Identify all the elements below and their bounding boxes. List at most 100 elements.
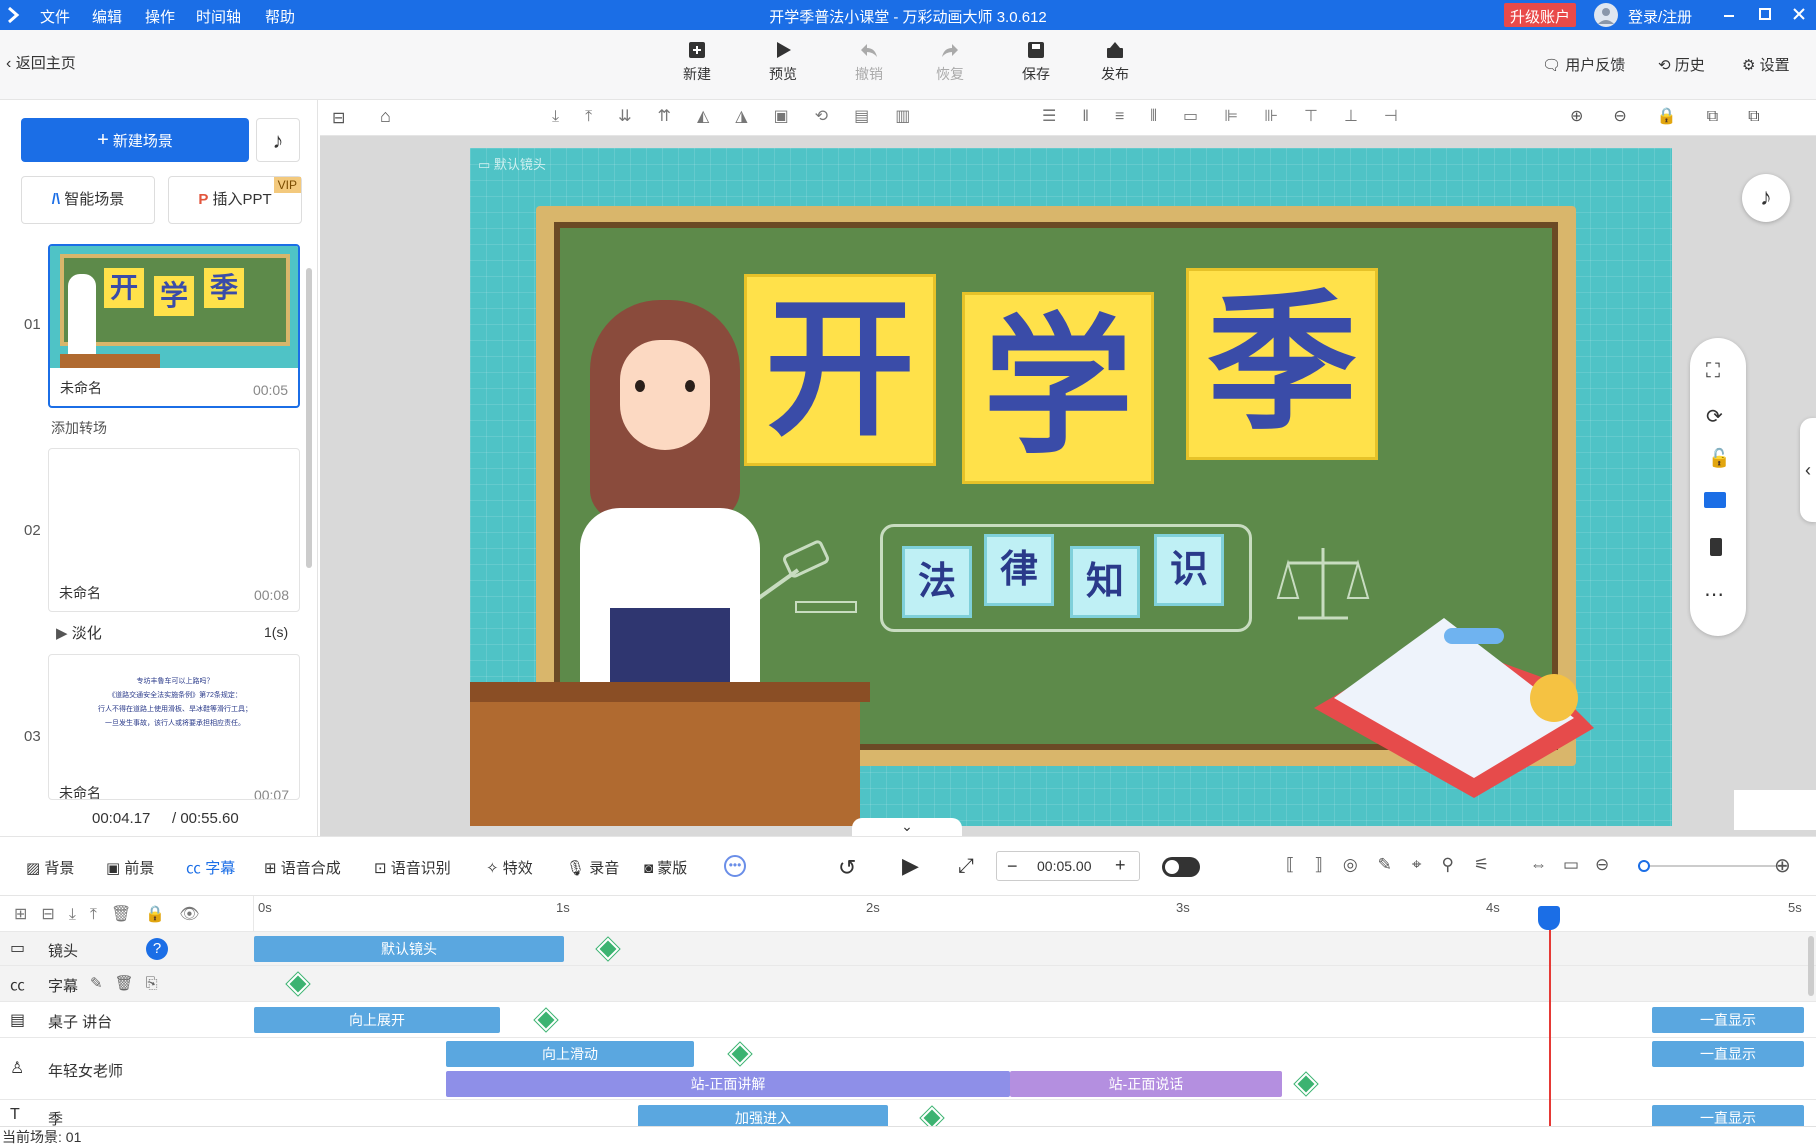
duration-stepper[interactable]: − 00:05.00 + [996,851,1140,881]
small-char-tile[interactable]: 法 [902,546,972,618]
collapse-panel-button[interactable]: ‹ [1800,418,1816,522]
animation-bar[interactable]: 向上滑动 [446,1041,694,1067]
fullscreen-icon[interactable]: ⤢ [958,855,974,878]
add-keyframe-icon[interactable] [596,937,620,961]
scene-card-02[interactable]: 未命名 00:08 [48,448,300,612]
ruler-icon[interactable]: ⊟ [332,108,345,128]
char-tile[interactable]: 季 [1186,268,1378,460]
play-icon[interactable]: ▶ [902,853,919,879]
rotate-icon[interactable]: ⟳ [1706,404,1723,429]
zoom-in-icon[interactable]: ⊕ [1774,853,1791,878]
smart-scene-button[interactable]: /\ 智能场景 [21,176,155,224]
preview-button[interactable]: 预览 [755,40,811,84]
track-camera[interactable]: ▭ 镜头 ? 默认镜头 [0,932,1816,966]
action-bar[interactable]: 站-正面讲解 [446,1071,1010,1097]
feedback-button[interactable]: 🗨 用户反馈 [1542,54,1625,75]
menu-operate[interactable]: 操作 [145,6,175,27]
landscape-icon[interactable] [1704,492,1726,508]
small-char-tile[interactable]: 知 [1070,546,1140,618]
minimize-icon[interactable] [1722,8,1736,22]
layer-tools-icons[interactable]: ⤓⤒⇊⇈◭◮▣⟲▤▥ [552,106,936,126]
toggle-switch[interactable] [1162,857,1200,877]
tab-foreground[interactable]: ▣ 前景 [106,857,154,878]
undo-button[interactable]: 撤销 [841,40,897,84]
char-tile[interactable]: 学 [962,292,1154,484]
insert-ppt-button[interactable]: P 插入PPT VIP [168,176,302,224]
align-tools-icons[interactable]: ☰‖≡⫴▭⊫⊪⊤⊥⊣ [1042,106,1424,126]
tab-effects[interactable]: ✧ 特效 [486,857,533,878]
playhead-handle[interactable] [1538,906,1560,930]
upgrade-account-button[interactable]: 升级账户 [1504,3,1577,27]
scene-list-scrollbar[interactable] [306,268,312,568]
small-char-tile[interactable]: 识 [1154,534,1224,606]
replay-icon[interactable]: ↺ [838,855,856,881]
animation-bar[interactable]: 一直显示 [1652,1007,1804,1033]
track-tool-icons[interactable]: ⊞⊟⤓⤒🗑🔒👁 [14,904,214,924]
animation-bar[interactable]: 一直显示 [1652,1041,1804,1067]
portrait-icon[interactable] [1710,538,1722,556]
minimap-toggle[interactable] [1734,790,1816,830]
plus-icon[interactable]: + [1115,855,1126,876]
add-keyframe-icon[interactable] [728,1042,752,1066]
subtitle-tools-icons[interactable]: ✎🗑⎘ [90,974,170,992]
fit-screen-icon[interactable]: ⛶ [1706,360,1720,383]
menu-file[interactable]: 文件 [40,6,70,27]
animation-bar[interactable]: 向上展开 [254,1007,500,1033]
tab-mask[interactable]: ◙ 蒙版 [644,857,687,878]
collapse-timeline-button[interactable]: ⌄ [852,818,962,838]
zoom-tools-icons[interactable]: ⊕⊖🔒⧉⧉ [1570,106,1790,126]
timeline-tools-icons[interactable]: ⟦⟧◎✎⌖⚲⚟ [1286,855,1509,875]
action-bar[interactable]: 站-正面说话 [1010,1071,1282,1097]
menu-help[interactable]: 帮助 [265,6,295,27]
tab-tts[interactable]: ⊞ 语音合成 [264,857,341,878]
new-button[interactable]: 新建 [669,40,725,84]
slider-handle[interactable] [1638,860,1650,872]
settings-button[interactable]: ⚙ 设置 [1742,54,1790,75]
duration-value[interactable]: 00:05.00 [1037,858,1092,874]
back-home-button[interactable]: ‹ 返回主页 [6,52,76,73]
timeline-scrollbar[interactable] [1808,936,1814,996]
zoom-slider[interactable] [1638,860,1788,872]
more-icon[interactable]: ••• [724,855,746,877]
music-button[interactable]: ♪ [256,118,300,162]
new-scene-button[interactable]: + 新建场景 [21,118,249,162]
add-keyframe-icon[interactable] [286,972,310,996]
scene-card-01[interactable]: 开 学 季 未命名 00:05 [48,244,300,408]
unlock-icon[interactable]: 🔓 [1708,448,1730,469]
home-icon[interactable]: ⌂ [380,106,391,127]
help-icon[interactable]: ? [146,938,168,960]
publish-button[interactable]: 发布 [1087,40,1143,84]
podium[interactable] [470,702,860,826]
history-button[interactable]: ⟲ 历史 [1658,54,1705,75]
save-button[interactable]: 保存 [1008,40,1064,84]
char-tile[interactable]: 开 [744,274,936,466]
minus-icon[interactable]: − [1007,856,1018,877]
close-icon[interactable] [1792,7,1806,21]
add-keyframe-icon[interactable] [1294,1072,1318,1096]
track-desk[interactable]: ▤ 桌子 讲台 向上展开 一直显示 [0,1002,1816,1038]
login-register-link[interactable]: 登录/注册 [1628,6,1692,27]
tab-asr[interactable]: ⊡ 语音识别 [374,857,451,878]
add-transition-link[interactable]: 添加转场 [51,418,107,438]
bgm-button[interactable]: ♪ [1742,174,1790,222]
maximize-icon[interactable] [1758,7,1772,21]
more-icon[interactable]: ⋯ [1704,582,1724,607]
tab-background[interactable]: ▨ 背景 [26,857,74,878]
redo-button[interactable]: 恢复 [922,40,978,84]
fit-tools-icons[interactable]: ⇔▭⊖ [1530,855,1625,875]
tab-record[interactable]: 🎙 录音 [566,857,619,878]
time-ruler[interactable]: 0s 1s 2s 3s 4s 5s [254,896,1816,932]
add-keyframe-icon[interactable] [534,1008,558,1032]
keyframe-bar[interactable]: 默认镜头 [254,936,564,962]
track-subtitle[interactable]: ㏄ 字幕 ✎🗑⎘ [0,966,1816,1002]
small-char-tile[interactable]: 律 [984,534,1054,606]
track-teacher[interactable]: ♙ 年轻女老师 向上滑动 一直显示 站-正面讲解 站-正面说话 [0,1038,1816,1100]
user-avatar-icon[interactable] [1594,3,1618,27]
transition-item[interactable]: ▶ 淡化 [56,622,102,643]
stage-canvas[interactable]: ▭ 默认镜头 开 学 季 法 律 知 识 [470,148,1672,826]
book-illustration[interactable] [1294,598,1614,818]
menu-timeline[interactable]: 时间轴 [196,6,241,27]
scene-card-03[interactable]: 专坊丰魯车可以上路吗？ 《道路交通安全法实施条例》第72条规定： 行人不得在道路… [48,654,300,800]
tab-subtitle[interactable]: ㏄ 字幕 [186,857,235,878]
menu-edit[interactable]: 编辑 [92,6,122,27]
